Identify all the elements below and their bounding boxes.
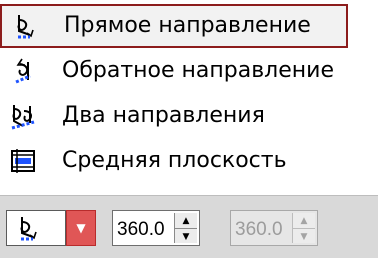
spin-down-icon[interactable]: ▼ — [175, 229, 197, 244]
chevron-down-icon: ▼ — [76, 221, 86, 235]
distance2-spinner: 360.0 ▲ ▼ — [230, 210, 318, 246]
distance2-input: 360.0 — [235, 219, 283, 240]
menu-item-forward-direction[interactable]: Прямое направление — [0, 4, 348, 48]
two-directions-icon — [11, 105, 35, 130]
direction-combo[interactable]: ▼ — [6, 210, 96, 246]
menu-item-label: Прямое направление — [64, 13, 311, 38]
reverse-direction-icon — [15, 58, 31, 84]
menu-item-label: Средняя плоскость — [62, 148, 287, 173]
toolbar: ▼ 360.0 ▲ ▼ 360.0 ▲ ▼ — [0, 195, 378, 258]
forward-direction-icon — [17, 15, 34, 39]
middle-plane-icon — [11, 149, 35, 173]
distance1-input[interactable]: 360.0 — [117, 219, 165, 241]
forward-direction-icon — [20, 217, 37, 241]
menu-item-reverse-direction[interactable]: Обратное направление — [0, 49, 368, 93]
menu-item-two-directions[interactable]: Два направления — [0, 94, 368, 138]
direction-combo-value[interactable] — [6, 210, 66, 246]
direction-menu: Прямое направление Обратное направление … — [0, 0, 370, 195]
menu-item-label: Обратное направление — [62, 58, 334, 83]
distance2-spin-buttons: ▲ ▼ — [292, 213, 315, 243]
distance1-spinner[interactable]: 360.0 ▲ ▼ — [112, 210, 200, 246]
spin-up-icon[interactable]: ▲ — [175, 213, 197, 229]
distance1-spin-buttons: ▲ ▼ — [174, 213, 197, 243]
spin-up-icon: ▲ — [293, 213, 315, 229]
spin-down-icon: ▼ — [300, 231, 308, 242]
menu-item-label: Два направления — [62, 103, 265, 128]
menu-item-middle-plane[interactable]: Средняя плоскость — [0, 139, 368, 183]
dropdown-button[interactable]: ▼ — [66, 210, 96, 246]
